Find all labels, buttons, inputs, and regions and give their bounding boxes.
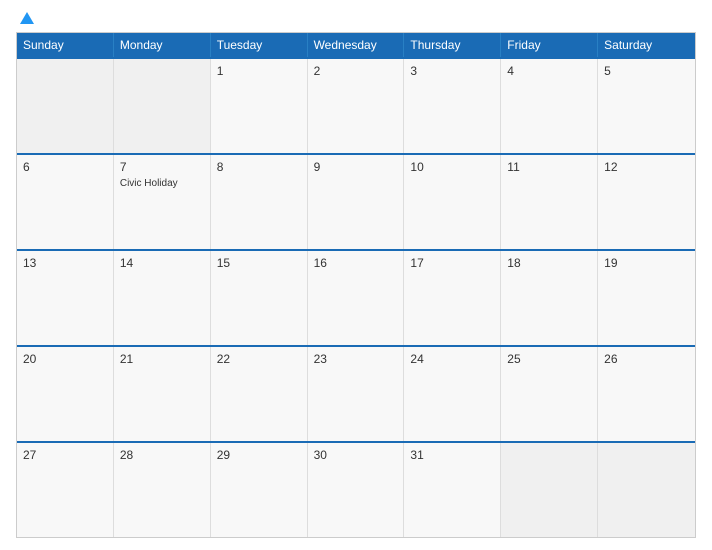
calendar-cell: 13 [17,251,114,345]
col-header-monday: Monday [114,33,211,57]
calendar-body: 1234567Civic Holiday89101112131415161718… [17,57,695,537]
calendar-cell: 6 [17,155,114,249]
calendar-cell: 29 [211,443,308,537]
day-number: 18 [507,256,591,270]
calendar-cell [598,443,695,537]
calendar-cell: 4 [501,59,598,153]
day-number: 28 [120,448,204,462]
calendar-cell: 18 [501,251,598,345]
calendar-cell: 12 [598,155,695,249]
calendar-cell: 5 [598,59,695,153]
calendar-week-2: 67 Civic Holiday 89 10 11 12 [17,153,695,249]
day-number: 23 [314,352,398,366]
calendar-cell: 8 [211,155,308,249]
day-number: 8 [217,160,301,174]
calendar-cell: 22 [211,347,308,441]
event-label: Civic Holiday [120,178,204,189]
day-number: 5 [604,64,689,78]
calendar-cell: 20 [17,347,114,441]
logo-triangle-icon [20,12,34,24]
day-number: 15 [217,256,301,270]
col-header-tuesday: Tuesday [211,33,308,57]
day-number: 6 [23,160,107,174]
day-number: 3 [410,64,494,78]
day-number: 13 [23,256,107,270]
day-number: 19 [604,256,689,270]
col-header-sunday: Sunday [17,33,114,57]
calendar-cell: 3 [404,59,501,153]
day-number: 24 [410,352,494,366]
day-number: 26 [604,352,689,366]
calendar-cell: 19 [598,251,695,345]
calendar-cell: 28 [114,443,211,537]
calendar-cell: 27 [17,443,114,537]
col-header-saturday: Saturday [598,33,695,57]
day-number: 30 [314,448,398,462]
col-header-wednesday: Wednesday [308,33,405,57]
calendar-cell [17,59,114,153]
day-number: 9 [314,160,398,174]
logo-blue-text [16,12,34,24]
calendar-cell: 30 [308,443,405,537]
calendar-cell: 2 [308,59,405,153]
day-number: 12 [604,160,689,174]
calendar-cell: 16 [308,251,405,345]
calendar-cell: 24 [404,347,501,441]
calendar-cell: 7 Civic Holiday [114,155,211,249]
calendar-cell: 14 [114,251,211,345]
day-number: 1 [217,64,301,78]
calendar-header-row: SundayMondayTuesdayWednesdayThursdayFrid… [17,33,695,57]
day-number: 17 [410,256,494,270]
calendar-page: SundayMondayTuesdayWednesdayThursdayFrid… [0,0,712,550]
day-number: 27 [23,448,107,462]
day-number: 29 [217,448,301,462]
logo [16,12,34,24]
calendar-cell: 10 [404,155,501,249]
calendar-cell: 23 [308,347,405,441]
day-number: 22 [217,352,301,366]
calendar-week-1: 12345 [17,57,695,153]
col-header-thursday: Thursday [404,33,501,57]
calendar-cell: 25 [501,347,598,441]
day-number: 21 [120,352,204,366]
day-number: 20 [23,352,107,366]
calendar-grid: SundayMondayTuesdayWednesdayThursdayFrid… [16,32,696,538]
calendar-week-3: 13 14 15 16 17 18 19 [17,249,695,345]
calendar-cell: 17 [404,251,501,345]
col-header-friday: Friday [501,33,598,57]
day-number: 10 [410,160,494,174]
calendar-cell: 26 [598,347,695,441]
day-number: 11 [507,160,591,174]
page-header [16,12,696,24]
calendar-cell: 21 [114,347,211,441]
calendar-cell: 1 [211,59,308,153]
calendar-cell [501,443,598,537]
calendar-week-5: 27 28 29 30 31 [17,441,695,537]
day-number: 2 [314,64,398,78]
calendar-cell: 31 [404,443,501,537]
day-number: 31 [410,448,494,462]
day-number: 4 [507,64,591,78]
day-number: 16 [314,256,398,270]
calendar-cell: 15 [211,251,308,345]
calendar-cell: 11 [501,155,598,249]
day-number: 14 [120,256,204,270]
calendar-cell [114,59,211,153]
day-number: 7 [120,160,204,174]
calendar-cell: 9 [308,155,405,249]
calendar-week-4: 20 21 22 23 24 25 26 [17,345,695,441]
day-number: 25 [507,352,591,366]
